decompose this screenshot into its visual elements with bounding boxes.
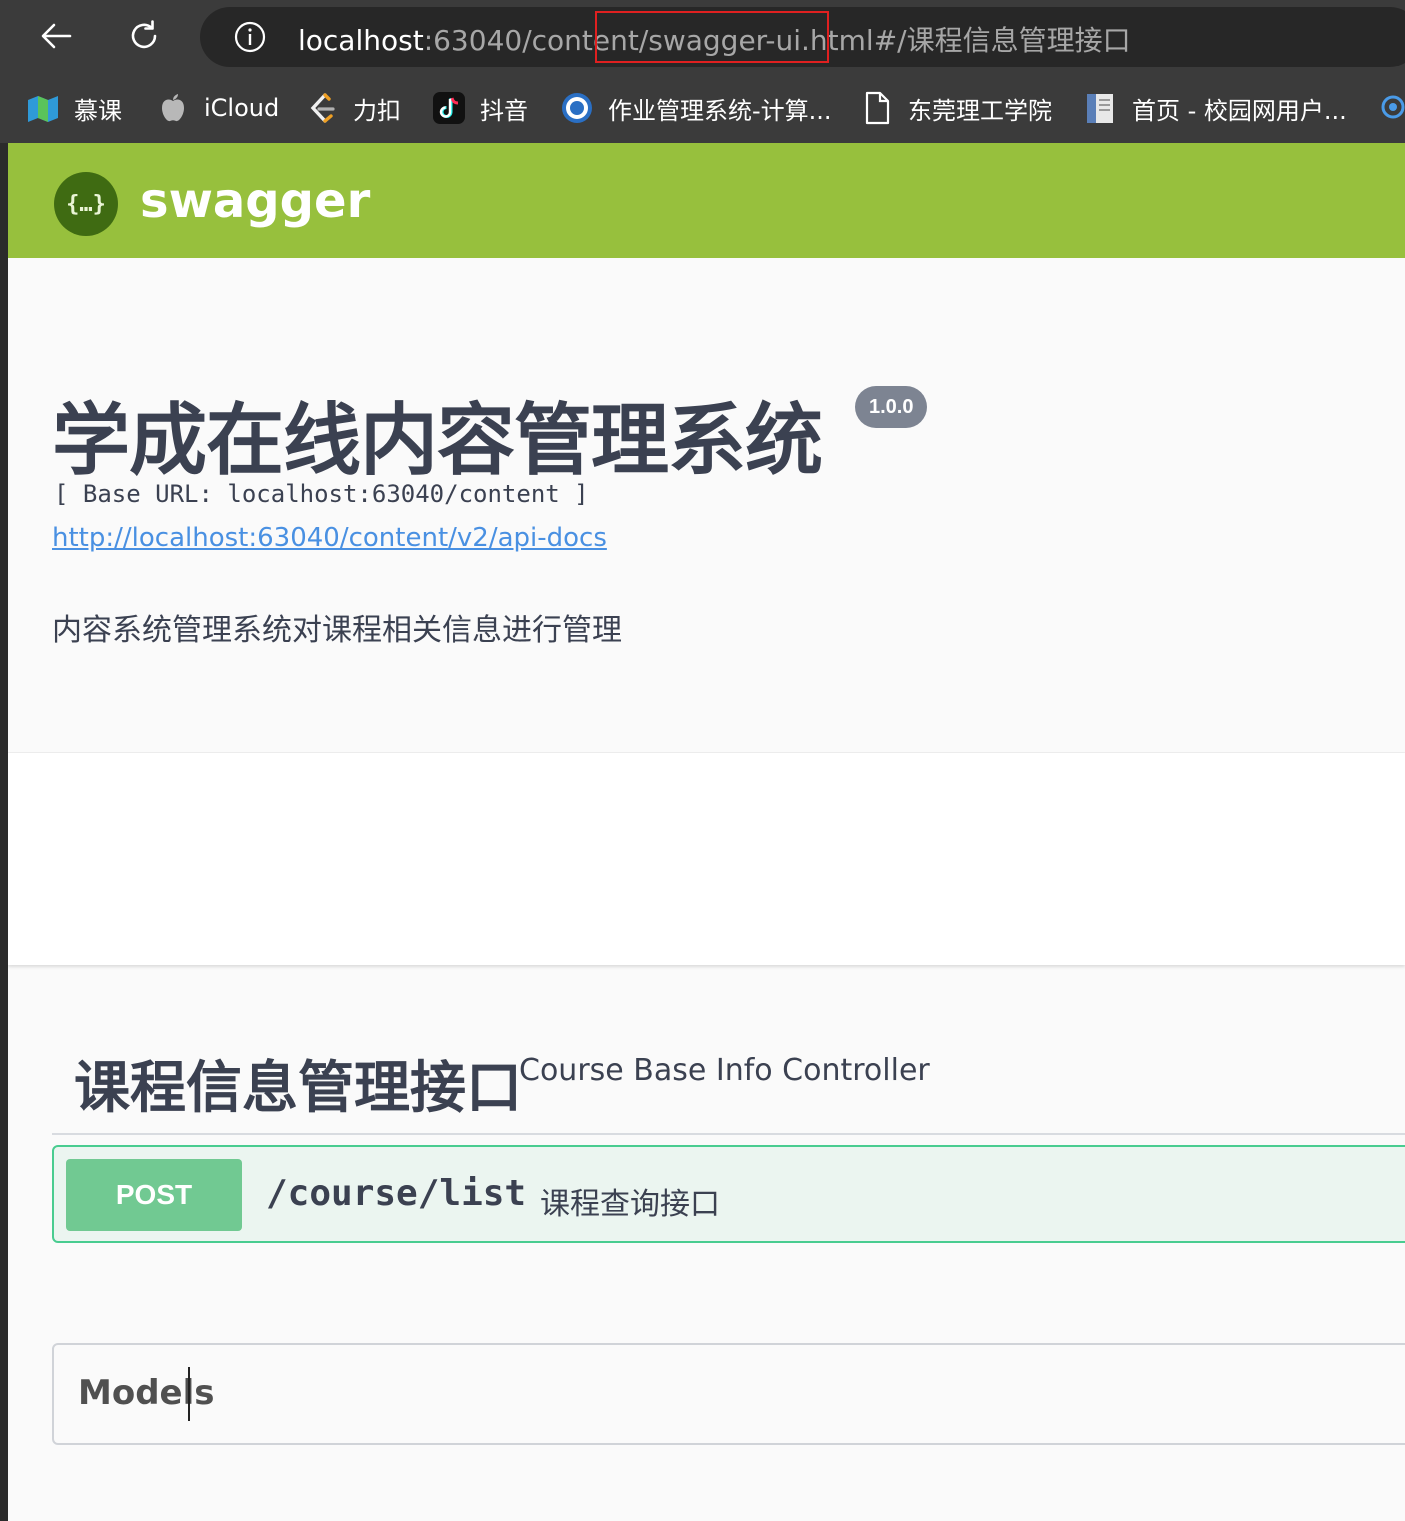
bookmark-dgut[interactable]: 东莞理工学院: [860, 88, 1052, 128]
operation-path[interactable]: /course/list: [266, 1173, 526, 1214]
school-seal-icon: [560, 91, 594, 125]
models-section[interactable]: Models: [52, 1343, 1405, 1445]
tag-name[interactable]: 课程信息管理接口: [74, 1043, 522, 1124]
bookmark-label: 力扣: [353, 96, 401, 125]
bookmarks-bar: 慕课 iCloud 力扣 抖音 作业管理系统-计算... 东莞理工学院 首页 -…: [0, 80, 1405, 136]
document-icon: [1084, 91, 1118, 125]
reload-button[interactable]: [118, 10, 170, 62]
tag-description: Course Base Info Controller: [519, 1053, 930, 1088]
info-icon[interactable]: [233, 20, 267, 54]
bookmark-label: iCloud: [204, 94, 280, 122]
settings-gear-icon: [1376, 91, 1405, 125]
url-host: localhost: [298, 24, 424, 57]
bookmark-leetcode[interactable]: 力扣: [305, 88, 401, 128]
bookmark-douyin[interactable]: 抖音: [432, 88, 528, 128]
bookmark-label: 作业管理系统-计算...: [608, 96, 832, 125]
swagger-topbar: {…} swagger: [8, 143, 1405, 258]
text-cursor: [188, 1367, 190, 1421]
bookmark-homework-system[interactable]: 作业管理系统-计算...: [560, 88, 832, 128]
bookmark-overflow[interactable]: [1376, 88, 1405, 128]
tag-section-header[interactable]: 课程信息管理接口 Course Base Info Controller: [52, 1043, 1405, 1135]
bookmark-mooc[interactable]: 慕课: [26, 88, 122, 128]
swagger-logo-icon[interactable]: {…}: [54, 172, 118, 236]
arrow-left-icon: [41, 23, 72, 49]
url-highlight-box: [595, 11, 829, 63]
swagger-logo-text[interactable]: swagger: [140, 173, 370, 229]
bookmark-label: 首页 - 校园网用户...: [1132, 96, 1347, 125]
browser-toolbar: localhost:63040/content/swagger-ui.html#…: [0, 0, 1405, 76]
method-badge[interactable]: POST: [66, 1159, 242, 1231]
bookmark-label: 东莞理工学院: [908, 96, 1052, 125]
bookmark-label: 抖音: [480, 96, 528, 125]
reload-icon: [131, 20, 157, 49]
models-title[interactable]: Models: [78, 1373, 214, 1413]
api-docs-link[interactable]: http://localhost:63040/content/v2/api-do…: [52, 523, 607, 553]
base-url: [ Base URL: localhost:63040/content ]: [54, 480, 589, 508]
address-bar[interactable]: localhost:63040/content/swagger-ui.html#…: [200, 7, 1405, 67]
api-info: 学成在线内容管理系统 1.0.0 [ Base URL: localhost:6…: [8, 258, 1405, 753]
operation-post-course-list[interactable]: POST /course/list 课程查询接口: [52, 1145, 1405, 1243]
bookmark-campus-network[interactable]: 首页 - 校园网用户...: [1084, 88, 1347, 128]
schemes-container: [8, 753, 1405, 965]
version-badge: 1.0.0: [855, 386, 928, 428]
leetcode-icon: [305, 91, 339, 125]
api-description: 内容系统管理系统对课程相关信息进行管理: [52, 614, 622, 647]
back-button[interactable]: [30, 10, 82, 62]
operation-summary: 课程查询接口: [540, 1188, 720, 1221]
api-title: 学成在线内容管理系统: [52, 396, 823, 484]
page-icon: [860, 91, 894, 125]
tiktok-icon: [432, 91, 466, 125]
bookmark-label: 慕课: [74, 96, 122, 125]
bookmark-icloud[interactable]: iCloud: [156, 88, 279, 128]
apple-icon: [156, 91, 190, 125]
swagger-page: {…} swagger 学成在线内容管理系统 1.0.0 [ Base URL:…: [8, 143, 1405, 1521]
browser-chrome: localhost:63040/content/swagger-ui.html#…: [0, 0, 1405, 143]
map-book-icon: [26, 91, 60, 125]
